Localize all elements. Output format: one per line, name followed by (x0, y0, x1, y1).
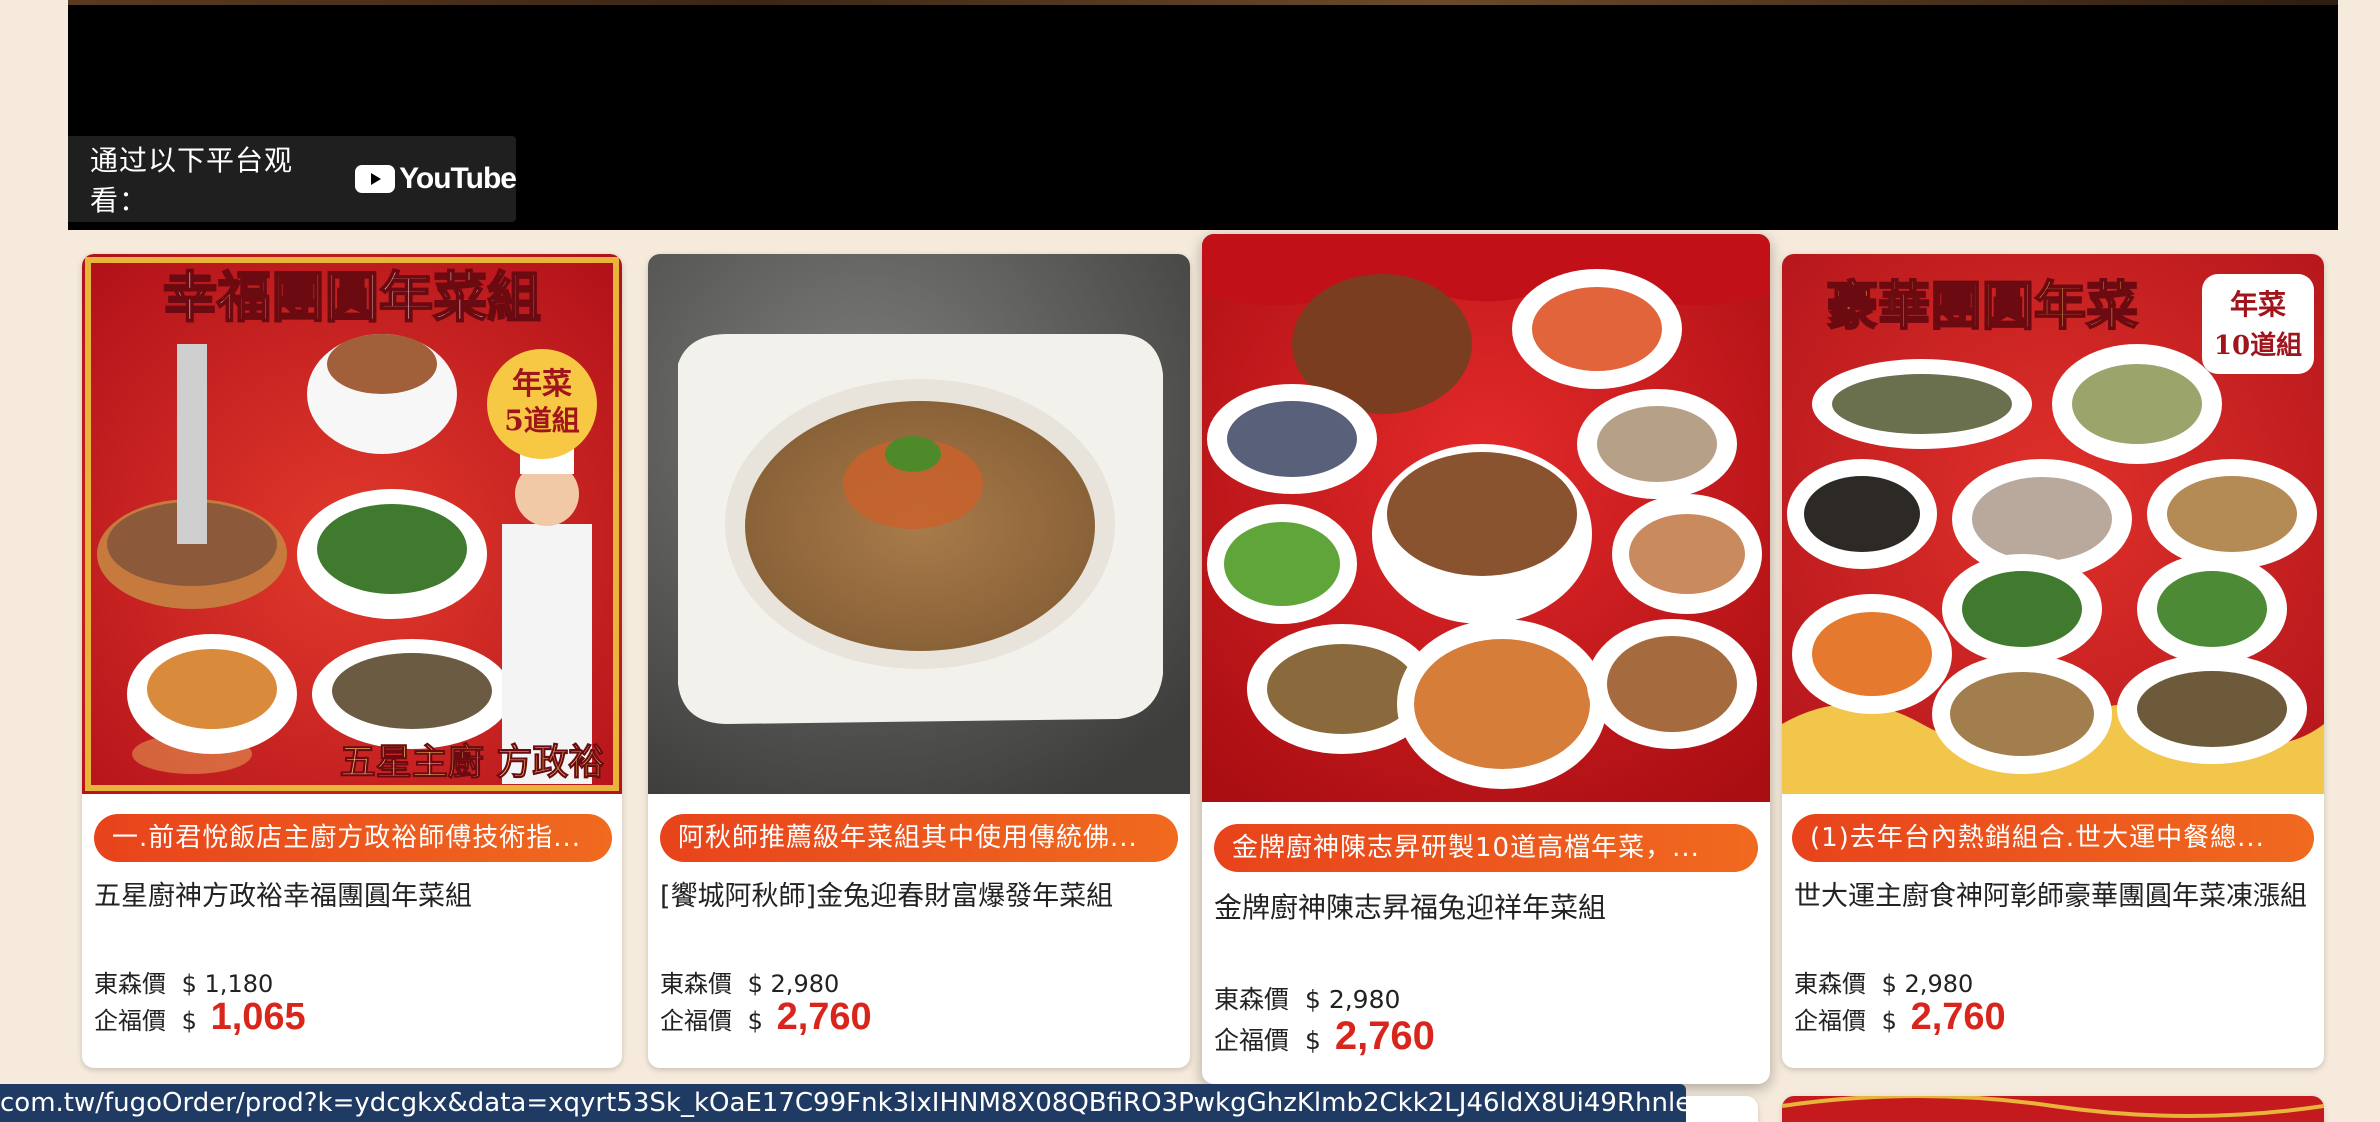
svg-text:年菜: 年菜 (2230, 288, 2286, 321)
product-image-1: 年菜 5道組 幸福團圓年菜組 五星主廚 方政裕 (82, 254, 622, 794)
product-card-3[interactable]: 金牌廚神陳志昇研製10道高檔年菜，... 金牌廚神陳志昇福兔迎祥年菜組 東森價 … (1202, 234, 1770, 1084)
member-price-label: 企福價 (94, 1007, 166, 1035)
svg-text:10道組: 10道組 (2214, 330, 2302, 361)
member-price: 企福價 $ 2,760 (1794, 996, 2006, 1039)
promo-badge: (1)去年台內熱銷組合.世大運中餐總... (1792, 814, 2314, 862)
product-name: 金牌廚神陳志昇福兔迎祥年菜組 (1214, 891, 1607, 924)
product-name: 世大運主廚食神阿彰師豪華團圓年菜凍漲組 (1794, 881, 2307, 912)
link-status-bar: com.tw/fugoOrder/prod?k=ydcgkx&data=xqyr… (0, 1084, 1686, 1122)
product-card-4[interactable]: 年菜 10道組 豪華團圓年菜 (1)去年台內熱銷組合.世大運中餐總... 世大運… (1782, 254, 2324, 1068)
regular-price-label: 東森價 (660, 970, 732, 998)
svg-text:豪華團圓年菜: 豪華團圓年菜 (1826, 276, 2138, 337)
product-image-3 (1202, 234, 1770, 802)
video-frame-strip (68, 0, 2338, 5)
product-card-2[interactable]: 阿秋師推薦級年菜組其中使用傳統佛... [饗城阿秋師]金兔迎春財富爆發年菜組 東… (648, 254, 1190, 1068)
youtube-wordmark: YouTube (399, 162, 517, 195)
member-price-currency: $ (181, 1007, 197, 1035)
regular-price: 東森價 $ 2,980 (1794, 964, 1973, 999)
regular-price-value: $ 2,980 (1881, 970, 1974, 998)
regular-price: 東森價 $ 2,980 (1214, 980, 1400, 1016)
product-image-4: 年菜 10道組 豪華團圓年菜 (1782, 254, 2324, 794)
watch-on-label: 通过以下平台观看： (90, 144, 294, 217)
svg-text:五星主廚 方政裕: 五星主廚 方政裕 (340, 741, 605, 783)
youtube-logo-icon (355, 165, 396, 193)
regular-price-value: $ 2,980 (1304, 985, 1401, 1014)
member-price-value: 1,065 (210, 996, 306, 1038)
regular-price: 東森價 $ 1,180 (94, 964, 273, 999)
next-card-image (1782, 1096, 2324, 1122)
regular-price: 東森價 $ 2,980 (660, 964, 839, 999)
regular-price-label: 東森價 (1214, 985, 1290, 1014)
promo-badge: 金牌廚神陳志昇研製10道高檔年菜，... (1214, 824, 1758, 872)
regular-price-value: $ 1,180 (181, 970, 274, 998)
watch-on-bar: 通过以下平台观看： YouTube (68, 136, 517, 222)
regular-price-label: 東森價 (1794, 970, 1866, 998)
svg-text:年菜: 年菜 (512, 367, 572, 402)
next-row-card[interactable] (1782, 1096, 2324, 1122)
member-price-label: 企福價 (1794, 1007, 1866, 1035)
member-price-value: 2,760 (1334, 1014, 1435, 1058)
regular-price-value: $ 2,980 (747, 970, 840, 998)
youtube-link[interactable]: YouTube (355, 162, 517, 196)
product-name: [饗城阿秋師]金兔迎春財富爆發年菜組 (660, 881, 1114, 912)
member-price-label: 企福價 (1214, 1026, 1290, 1055)
svg-text:幸福團圓年菜組: 幸福團圓年菜組 (163, 265, 541, 329)
member-price: 企福價 $ 1,065 (94, 996, 306, 1039)
video-player[interactable]: 通过以下平台观看： YouTube (68, 0, 2338, 230)
promo-badge: 阿秋師推薦級年菜組其中使用傳統佛... (660, 814, 1178, 862)
member-price-value: 2,760 (1910, 996, 2006, 1038)
member-price-currency: $ (1304, 1026, 1321, 1055)
member-price: 企福價 $ 2,760 (660, 996, 872, 1039)
product-card-1[interactable]: 年菜 5道組 幸福團圓年菜組 五星主廚 方政裕 一.前君悅飯店主廚方政裕師傅技術… (82, 254, 622, 1068)
svg-text:5道組: 5道組 (504, 404, 579, 437)
product-image-2 (648, 254, 1190, 794)
member-price-currency: $ (1881, 1007, 1897, 1035)
member-price-value: 2,760 (776, 996, 872, 1038)
page: 通过以下平台观看： YouTube 年菜 5道組 幸福團圓年菜組 五星主廚 方政… (0, 0, 2380, 1122)
member-price: 企福價 $ 2,760 (1214, 1014, 1435, 1059)
promo-badge: 一.前君悅飯店主廚方政裕師傅技術指... (94, 814, 612, 862)
member-price-currency: $ (747, 1007, 763, 1035)
product-name: 五星廚神方政裕幸福團圓年菜組 (94, 881, 472, 912)
member-price-label: 企福價 (660, 1007, 732, 1035)
regular-price-label: 東森價 (94, 970, 166, 998)
